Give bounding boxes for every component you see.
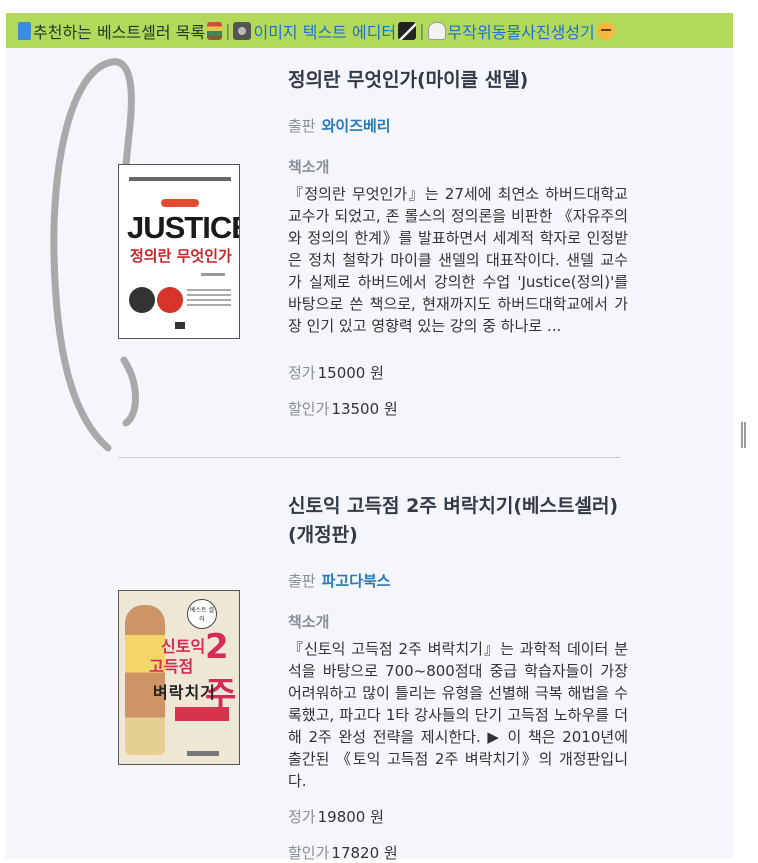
book-icon: [18, 21, 31, 40]
intro-label: 책소개: [288, 158, 330, 176]
nav-link-random-animal[interactable]: 무작위동물사진생성기: [448, 19, 595, 43]
sale-price-row: 할인가 17820 원: [288, 842, 628, 863]
cover-badge: 베스트 셀러: [187, 599, 217, 629]
price-value: 15000 원: [317, 364, 384, 382]
entry-divider: [118, 457, 621, 458]
sale-price-value: 13500 원: [331, 400, 398, 418]
top-nav-bar: 추천하는 베스트셀러 목록 | 이미지 텍스트 에디터 | 무작위동물사진생성기: [6, 13, 733, 48]
cover-line: 벼락치기: [153, 683, 216, 702]
price-value: 19800 원: [317, 808, 384, 826]
book-title[interactable]: 신토익 고득점 2주 벼락치기(베스트셀러)(개정판): [288, 492, 628, 550]
book-title[interactable]: 정의란 무엇인가(마이클 샌델): [288, 66, 628, 95]
publisher-label: 출판: [288, 117, 316, 135]
price-label: 정가: [288, 808, 316, 826]
sale-price-value: 17820 원: [331, 844, 398, 862]
cover-subtitle: 정의란 무엇인가: [130, 247, 232, 265]
cover-line: 고득점: [149, 657, 194, 676]
publisher-link[interactable]: 와이즈베리: [322, 117, 391, 135]
clapperboard-icon: [398, 21, 417, 40]
sale-price-label: 할인가: [288, 400, 330, 418]
nav-link-bestsellers[interactable]: 추천하는 베스트셀러 목록: [33, 19, 205, 43]
sale-price-row: 할인가 13500 원: [288, 398, 628, 419]
ghost-icon: [427, 21, 446, 40]
book-description: 『정의란 무엇인가』는 27세에 최연소 하버드대학교 교수가 되었고, 존 롤…: [288, 185, 628, 335]
publisher-link[interactable]: 파고다북스: [322, 572, 391, 590]
book-cover-image[interactable]: 베스트 셀러 신토익 고득점 2주 벼락치기: [118, 590, 240, 765]
nav-separator: |: [419, 21, 425, 40]
price-row: 정가 19800 원: [288, 806, 628, 827]
sale-price-label: 할인가: [288, 844, 330, 862]
books-stack-icon: [207, 21, 223, 40]
nav-separator: |: [225, 21, 231, 40]
cat-face-icon: [596, 21, 615, 40]
camera-icon: [233, 21, 252, 40]
publisher-row: 출판 파고다북스: [288, 570, 628, 591]
resize-grip-icon[interactable]: [741, 422, 746, 448]
nav-link-image-text-editor[interactable]: 이미지 텍스트 에디터: [253, 19, 396, 43]
price-row: 정가 15000 원: [288, 362, 628, 383]
intro-label: 책소개: [288, 613, 330, 631]
publisher-label: 출판: [288, 572, 316, 590]
cover-title: JUSTICE: [127, 210, 240, 245]
price-label: 정가: [288, 364, 316, 382]
book-description: 『신토익 고득점 2주 벼락치기』는 과학적 데이터 분석을 바탕으로 700~…: [288, 640, 628, 790]
book-cover-image[interactable]: JUSTICE 정의란 무엇인가: [118, 164, 240, 339]
publisher-row: 출판 와이즈베리: [288, 115, 628, 136]
